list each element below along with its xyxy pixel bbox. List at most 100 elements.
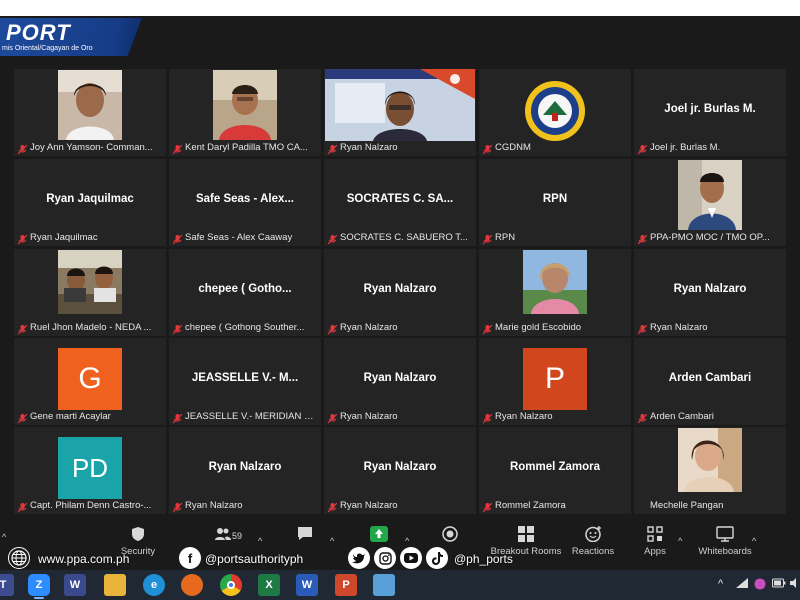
- edge-icon[interactable]: e: [143, 574, 165, 596]
- powerpoint-icon[interactable]: P: [335, 574, 357, 596]
- participant-name-label: Ryan Nalzaro: [340, 142, 398, 153]
- app-icon[interactable]: [373, 574, 395, 596]
- social-handle: @ph_ports: [454, 552, 513, 566]
- participant-name-label: JEASSELLE V.- MERIDIAN C...: [185, 411, 317, 422]
- participant-name-label: Capt. Philam Denn Castro-...: [30, 500, 152, 511]
- social-overlay: www.ppa.com.ph f @portsauthorityph @ph_p…: [0, 543, 800, 573]
- tiktok-icon: [426, 547, 448, 569]
- participant-name-label: Rommel Zamora: [495, 500, 566, 511]
- excel-icon[interactable]: X: [258, 574, 280, 596]
- participant-tile[interactable]: Arden Cambari Arden Cambari: [634, 338, 786, 425]
- participant-tile[interactable]: Ryan Nalzaro Ryan Nalzaro: [634, 249, 786, 336]
- participant-tile[interactable]: Marie gold Escobido: [479, 249, 631, 336]
- chat-icon: [298, 527, 312, 540]
- participant-tile[interactable]: Rommel Zamora Rommel Zamora: [479, 427, 631, 514]
- avatar: P: [523, 348, 587, 410]
- participant-video: [58, 250, 122, 320]
- participant-tile[interactable]: JEASSELLE V.- M... JEASSELLE V.- MERIDIAN…: [169, 338, 321, 425]
- participant-tile[interactable]: Ryan Nalzaro Ryan Nalzaro: [169, 427, 321, 514]
- banner-title: PORT: [6, 20, 71, 45]
- chevron-up-icon[interactable]: ^: [2, 532, 6, 542]
- youtube-icon: [400, 547, 422, 569]
- participant-name-label: Ryan Nalzaro: [650, 322, 708, 333]
- participant-display-name: JEASSELLE V.- M...: [191, 372, 299, 384]
- reactions-icon: [584, 526, 601, 542]
- battery-icon[interactable]: [772, 578, 786, 591]
- participant-tile[interactable]: RPN RPN: [479, 159, 631, 246]
- participant-tile[interactable]: PPA-PMO MOC / TMO OP...: [634, 159, 786, 246]
- breakout-rooms-icon: [518, 526, 534, 542]
- participant-video: [678, 160, 742, 230]
- participant-name-label: Joel jr. Burlas M.: [650, 142, 721, 153]
- participant-name-label: Ryan Jaquilmac: [30, 232, 98, 243]
- app-icon[interactable]: W: [64, 574, 86, 596]
- participant-tile[interactable]: chepee ( Gotho... chepee ( Gothong Southe…: [169, 249, 321, 336]
- participant-display-name: Joel jr. Burlas M.: [664, 103, 756, 115]
- participant-name-label: Ruel Jhon Madelo - NEDA ...: [30, 322, 152, 333]
- participant-tile[interactable]: Ryan Nalzaro Ryan Nalzaro: [324, 338, 476, 425]
- twitter-icon: [348, 547, 370, 569]
- participant-name-label: Ryan Nalzaro: [340, 411, 398, 422]
- facebook-icon: f: [179, 547, 201, 569]
- participant-display-name: Ryan Jaquilmac: [46, 193, 134, 205]
- participant-video: [213, 70, 277, 140]
- participant-video: [58, 70, 122, 140]
- participant-display-name: Ryan Nalzaro: [363, 461, 437, 473]
- participant-name-label: Gene marti Acaylar: [30, 411, 111, 422]
- participant-display-name: Ryan Nalzaro: [673, 283, 747, 295]
- instagram-icon: [374, 547, 396, 569]
- record-icon: [442, 526, 458, 542]
- participant-name-label: SOCRATES C. SABUERO T...: [340, 232, 468, 243]
- word-icon[interactable]: W: [296, 574, 318, 596]
- participant-name-label: Arden Cambari: [650, 411, 714, 422]
- windows-taskbar: T Z W e X W P ^: [0, 570, 800, 600]
- chevron-up-icon[interactable]: ^: [718, 578, 723, 590]
- participant-name-label: Mechelle Pangan: [650, 500, 724, 511]
- participant-display-name: RPN: [542, 193, 568, 205]
- participant-tile[interactable]: Safe Seas - Alex... Safe Seas - Alex Caaw…: [169, 159, 321, 246]
- participant-name-label: Kent Daryl Padilla TMO CA...: [185, 142, 308, 153]
- firefox-icon[interactable]: [181, 574, 203, 596]
- globe-icon: [8, 547, 30, 569]
- participant-tile[interactable]: Ryan Nalzaro: [324, 69, 476, 156]
- participant-video: [325, 69, 475, 141]
- participant-name-label: RPN: [495, 232, 516, 243]
- participant-name-label: Joy Ann Yamson- Comman...: [30, 142, 153, 153]
- participant-name-label: Ryan Nalzaro: [340, 322, 398, 333]
- participant-tile[interactable]: Joy Ann Yamson- Comman...: [14, 69, 166, 156]
- participant-tile[interactable]: Ryan Nalzaro Ryan Nalzaro: [324, 249, 476, 336]
- participant-tile[interactable]: Mechelle Pangan: [634, 427, 786, 514]
- chrome-icon[interactable]: [220, 574, 242, 596]
- participant-name-label: chepee ( Gothong Souther...: [185, 322, 305, 333]
- participant-tile[interactable]: Kent Daryl Padilla TMO CA...: [169, 69, 321, 156]
- participant-name-label: CGDNM: [495, 142, 531, 153]
- participant-tile[interactable]: SOCRATES C. SA... SOCRATES C. SABUERO T..…: [324, 159, 476, 246]
- participant-video: [678, 428, 742, 498]
- participant-tile[interactable]: CGDNM: [479, 69, 631, 156]
- participant-video: [523, 250, 587, 320]
- speaker-icon[interactable]: [790, 578, 800, 591]
- participant-tile[interactable]: Ryan Nalzaro Ryan Nalzaro: [324, 427, 476, 514]
- participant-display-name: Arden Cambari: [668, 372, 752, 384]
- app-tray-icon[interactable]: [754, 578, 766, 593]
- participant-display-name: Safe Seas - Alex...: [195, 193, 294, 205]
- facebook-handle: @portsauthorityph: [205, 552, 304, 566]
- zoom-icon[interactable]: Z: [28, 574, 50, 599]
- participant-display-name: SOCRATES C. SA...: [346, 193, 454, 205]
- participant-tile[interactable]: Ryan Jaquilmac Ryan Jaquilmac: [14, 159, 166, 246]
- participant-display-name: Rommel Zamora: [509, 461, 601, 473]
- participant-tile[interactable]: Joel jr. Burlas M. Joel jr. Burlas M.: [634, 69, 786, 156]
- participant-tile[interactable]: Ruel Jhon Madelo - NEDA ...: [14, 249, 166, 336]
- wifi-icon[interactable]: [736, 578, 748, 591]
- file-explorer-icon[interactable]: [104, 574, 126, 596]
- participant-name-label: Ryan Nalzaro: [185, 500, 243, 511]
- whiteboard-icon: [716, 526, 734, 542]
- teams-icon[interactable]: T: [0, 574, 14, 596]
- participant-tile[interactable]: G Gene marti Acaylar: [14, 338, 166, 425]
- participant-tile[interactable]: P Ryan Nalzaro: [479, 338, 631, 425]
- participants-icon: [215, 528, 231, 540]
- top-border: [0, 0, 800, 16]
- avatar: PD: [58, 437, 122, 499]
- participant-tile[interactable]: PD Capt. Philam Denn Castro-...: [14, 427, 166, 514]
- participant-name-label: Marie gold Escobido: [495, 322, 582, 333]
